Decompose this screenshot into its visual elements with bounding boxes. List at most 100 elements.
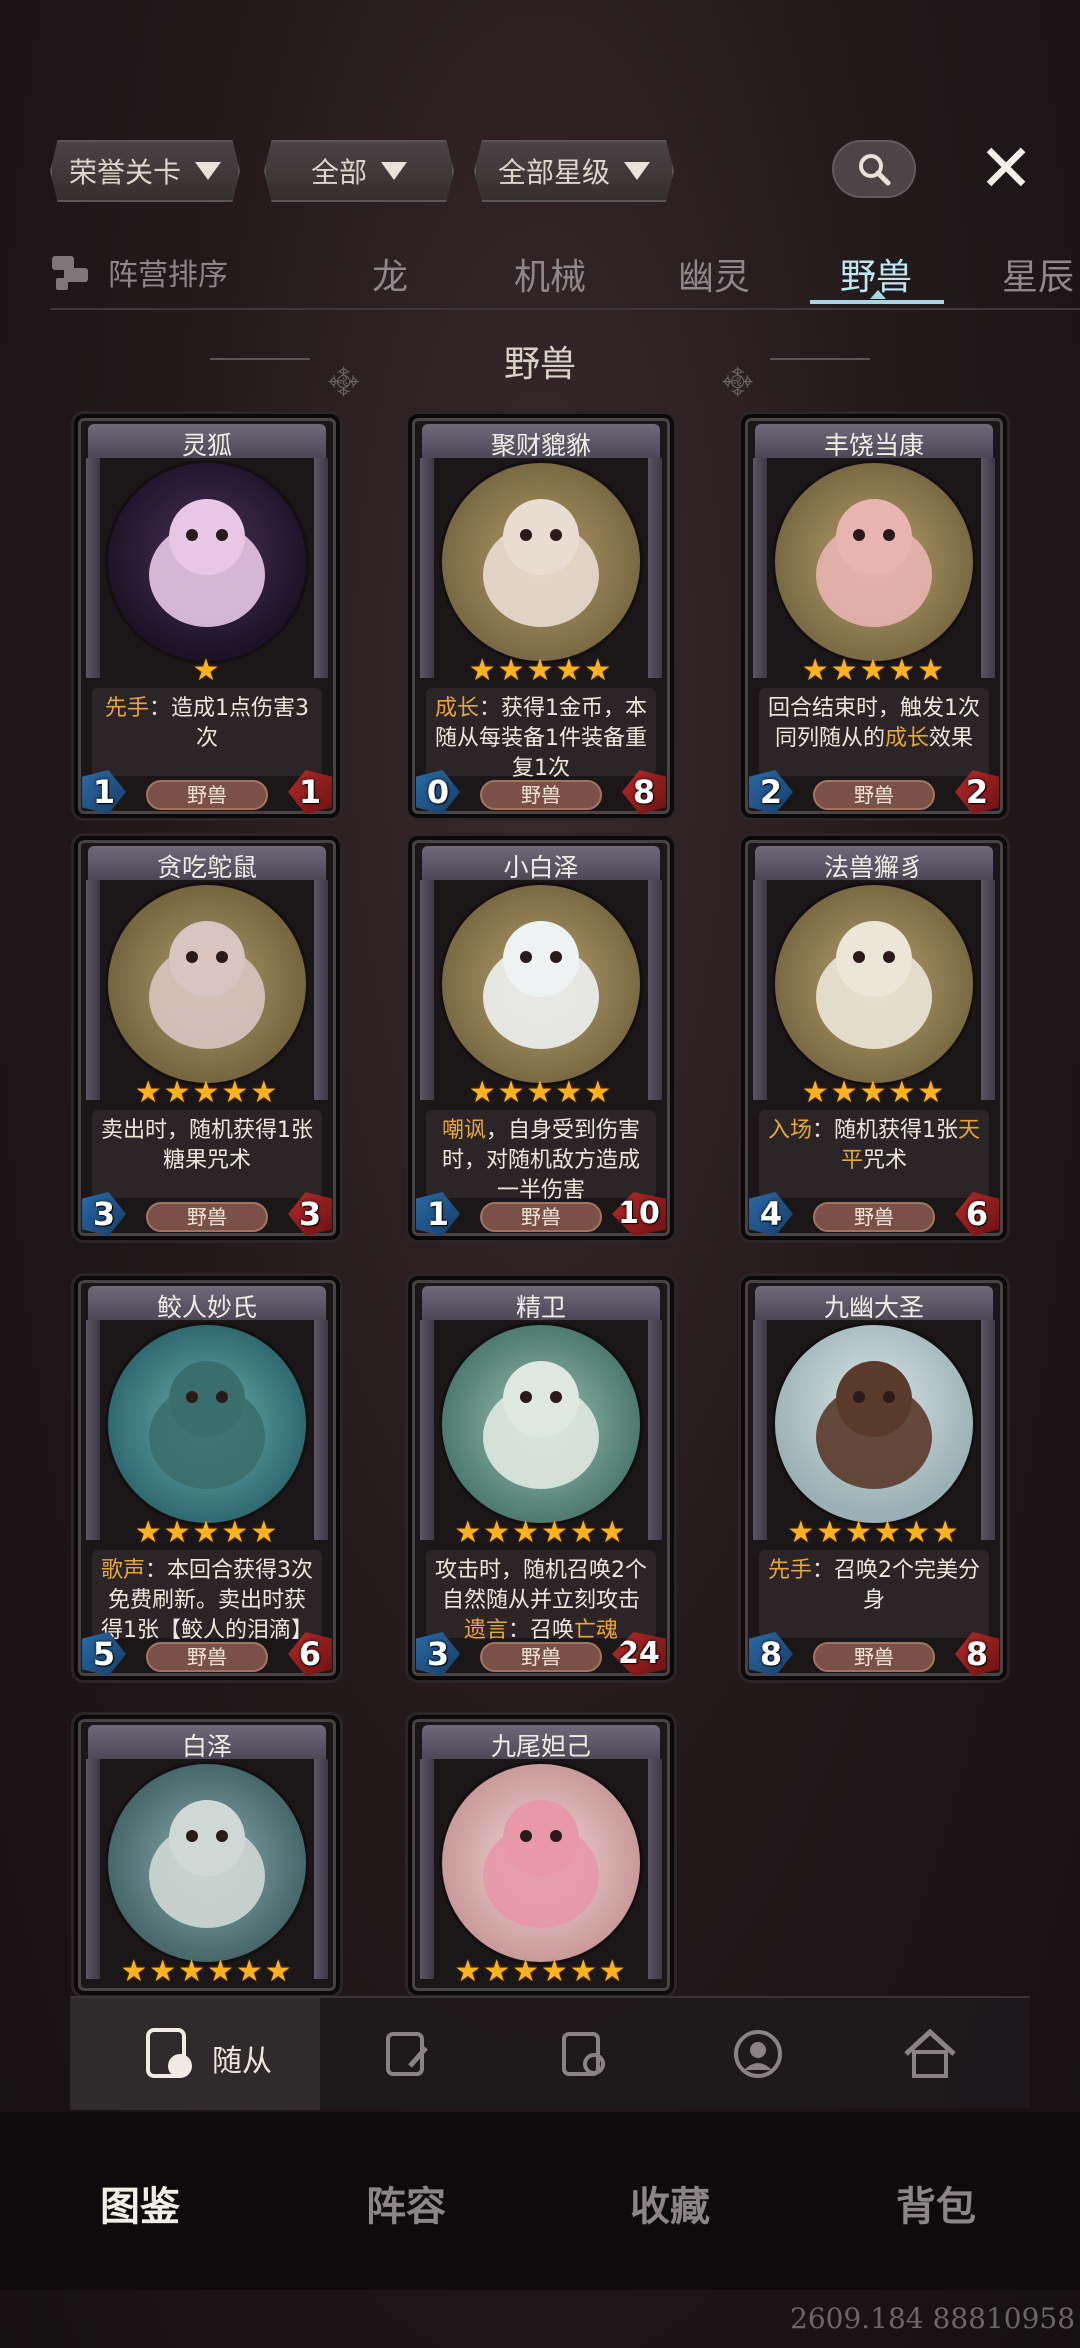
star-filter-label: 全部星级 [497,156,610,189]
card-portrait [105,1761,309,1965]
faction-sort-button[interactable]: 阵营排序 [50,250,228,294]
minion-card[interactable]: 白泽 ★★★★★★ [74,1715,340,1995]
star-rating: ★★★★★★ [454,1515,628,1550]
card-portrait [105,460,309,664]
nav-lineup[interactable]: 阵容 [366,2174,446,2232]
card-frame-pillar [420,880,434,1100]
spell-card-icon [386,2032,428,2076]
nav-backpack[interactable]: 背包 [896,2174,976,2232]
card-description: 攻击时，随机召唤2个自然随从并立刻攻击遗言：召唤亡魂 [426,1550,656,1643]
level-filter-dropdown[interactable]: 荣誉关卡 [50,140,240,202]
nav-codex[interactable]: 图鉴 [100,2174,180,2232]
card-name: 九尾妲己 [490,1732,591,1761]
minion-card[interactable]: 灵狐 ★ 先手：造成1点伤害3次 野兽 1 1 [74,414,340,818]
keyword-text: 成长 [884,726,929,751]
level-filter-label: 荣誉关卡 [68,156,181,189]
minion-card[interactable]: 小白泽 ★★★★★ 嘲讽，自身受到伤害时，对随机敌方造成一半伤害 野兽 1 10 [408,836,674,1240]
minion-card[interactable]: 贪吃鸵鼠 ★★★★★ 卖出时，随机获得1张糖果咒术 野兽 3 3 [74,836,340,1240]
section-divider-right [770,358,870,360]
subnav-minion-label: 随从 [212,2044,272,2079]
hero-portrait-icon [734,2030,782,2078]
card-portrait [439,1761,643,1965]
attack-value: 3 [416,1632,460,1676]
nav-collection[interactable]: 收藏 [630,2174,710,2232]
card-frame-pillar [86,1759,100,1979]
star-filter-dropdown[interactable]: 全部星级 [474,140,674,202]
card-portrait [439,460,643,664]
card-frame-pillar [86,1320,100,1540]
card-frame-pillar [86,458,100,678]
attack-value: 8 [749,1632,793,1676]
card-frame-pillar [420,1320,434,1540]
subnav-home-tab[interactable] [892,2016,968,2092]
subnav-spell-tab[interactable] [370,2016,446,2092]
star-rating: ★★★★★ [134,1515,280,1550]
minion-card[interactable]: 鲛人妙氏 ★★★★★ 歌声：本回合获得3次免费刷新。卖出时获得1张【鲛人的泪滴】 野兽… [74,1276,340,1680]
star-rating: ★ [192,653,222,688]
minion-card[interactable]: 丰饶当康 ★★★★★ 回合结束时，触发1次同列随从的成长效果 野兽 2 2 [741,414,1007,818]
health-value: 3 [288,1192,332,1236]
card-portrait [105,1322,309,1526]
home-icon [904,2028,956,2078]
minion-card[interactable]: 法兽獬豸 ★★★★★ 入场：随机获得1张天平咒术 野兽 4 6 [741,836,1007,1240]
card-frame-pillar [981,458,995,678]
star-rating: ★★★★★★ [454,1954,628,1989]
card-description: 嘲讽，自身受到伤害时，对随机敌方造成一半伤害 [426,1110,656,1203]
card-frame-pillar [648,1759,662,1979]
faction-filter-label: 全部 [310,156,367,189]
keyword-text: 先手 [104,696,149,721]
minion-card[interactable]: 精卫 ★★★★★★ 攻击时，随机召唤2个自然随从并立刻攻击遗言：召唤亡魂 野兽 3 24 [408,1276,674,1680]
subnav-hero-tab[interactable] [720,2016,796,2092]
tribe-badge: 野兽 [146,1642,268,1672]
main-bottom-nav: 图鉴 阵容 收藏 背包 [0,2112,1080,2290]
creature-illustration-icon [149,1800,265,1928]
attack-value: 4 [749,1192,793,1236]
section-title: 野兽 [503,344,576,385]
keyword-text: 成长 [434,696,479,721]
star-rating: ★★★★★ [801,653,947,688]
health-value: 1 [288,770,332,814]
description-text: ：造成1点伤害3次 [149,696,309,751]
keyword-text: 先手 [767,1558,812,1583]
subnav-minion-icon-wrap[interactable] [132,2016,208,2092]
subnav-equipment-tab[interactable] [546,2016,622,2092]
keyword-text: 歌声 [100,1558,145,1583]
tab-ghost[interactable]: 幽灵 [678,248,750,300]
description-text: ：随机获得1张 [812,1118,958,1143]
creature-illustration-icon [149,499,265,627]
star-rating: ★★★★★ [801,1075,947,1110]
card-portrait [772,460,976,664]
tribe-badge: 野兽 [480,1202,602,1232]
description-text: ：召唤2个完美分身 [812,1558,980,1613]
creature-illustration-icon [483,921,599,1049]
card-name: 鲛人妙氏 [156,1293,257,1322]
faction-filter-dropdown[interactable]: 全部 [264,140,454,202]
star-rating: ★★★★★ [468,1075,614,1110]
card-description: 先手：造成1点伤害3次 [92,688,322,776]
card-name: 聚财貔貅 [490,431,591,460]
star-rating: ★★★★★ [468,653,614,688]
creature-illustration-icon [816,921,932,1049]
health-value: 8 [622,770,666,814]
search-button[interactable] [832,140,916,198]
card-frame-pillar [648,1320,662,1540]
search-icon [859,154,891,186]
minion-card-icon [146,2028,192,2078]
faction-tabs: 阵营排序 龙 机械 幽灵 野兽 星辰 [50,240,1080,310]
tab-mech[interactable]: 机械 [514,248,586,300]
chevron-down-icon [195,162,221,180]
minion-card[interactable]: 聚财貔貅 ★★★★★ 成长：获得1金币，本随从每装备1件装备重复1次 野兽 0 8 [408,414,674,818]
close-icon: ✕ [978,129,1034,207]
creature-illustration-icon [149,1361,265,1489]
tab-dragon[interactable]: 龙 [372,248,408,300]
build-code: 2609.184 88810958 [790,2302,1076,2335]
creature-illustration-icon [483,1800,599,1928]
close-button[interactable]: ✕ [970,129,1042,207]
description-text: 攻击时，随机召唤2个自然随从并立刻攻击 [435,1558,647,1613]
attack-value: 1 [82,770,126,814]
card-frame-pillar [314,458,328,678]
tab-star[interactable]: 星辰 [1002,248,1074,300]
minion-card[interactable]: 九尾妲己 ★★★★★★ [408,1715,674,1995]
minion-card[interactable]: 九幽大圣 ★★★★★★ 先手：召唤2个完美分身 野兽 8 8 [741,1276,1007,1680]
equipment-card-icon [562,2032,605,2076]
